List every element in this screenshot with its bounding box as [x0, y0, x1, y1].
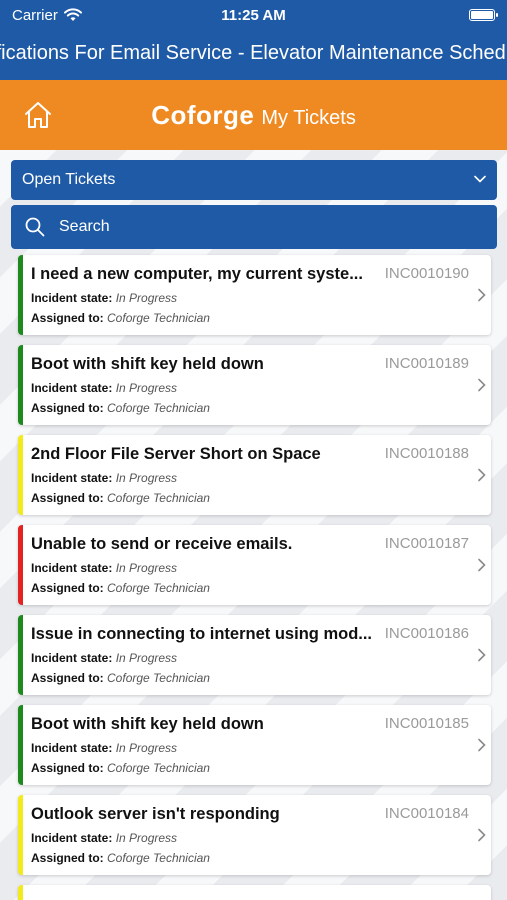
- assigned-label: Assigned to:: [31, 401, 108, 415]
- chevron-right-icon: [478, 378, 486, 392]
- ticket-title: Boot with shift key held down: [31, 715, 264, 733]
- assigned-label: Assigned to:: [31, 311, 108, 325]
- battery-icon: [469, 9, 498, 21]
- ticket-number: INC0010188: [384, 445, 469, 462]
- ticket-state: In Progress: [115, 741, 178, 755]
- ticket-assignee: Coforge Technician: [107, 761, 210, 775]
- assigned-label: Assigned to:: [31, 491, 108, 505]
- search-placeholder: Search: [59, 218, 110, 235]
- assigned-label: Assigned to:: [31, 851, 108, 865]
- ticket-state-row: Incident state: In Progress: [31, 561, 177, 575]
- state-label: Incident state:: [31, 651, 116, 665]
- ticket-state-row: Incident state: In Progress: [31, 831, 177, 845]
- app-header: Coforge My Tickets: [0, 80, 507, 150]
- ticket-title: Issue in connecting to internet using mo…: [31, 625, 373, 643]
- ticket-number: INC0010184: [384, 805, 469, 822]
- ticket-card[interactable]: Outlook server isn't responding INC00101…: [18, 795, 491, 875]
- ticket-assigned-row: Assigned to: Coforge Technician: [31, 401, 210, 415]
- ticket-list: I need a new computer, my current syste.…: [18, 255, 491, 900]
- ticket-number: INC0010187: [384, 535, 469, 552]
- state-label: Incident state:: [31, 741, 116, 755]
- ticket-assignee: Coforge Technician: [107, 671, 210, 685]
- ticket-state: In Progress: [115, 831, 178, 845]
- ticket-assignee: Coforge Technician: [107, 851, 210, 865]
- ticket-number: INC0010190: [384, 265, 469, 282]
- brand-title: Coforge My Tickets: [151, 100, 356, 131]
- ticket-assignee: Coforge Technician: [107, 491, 210, 505]
- ticket-title: Outlook server isn't responding: [31, 805, 280, 823]
- assigned-label: Assigned to:: [31, 581, 108, 595]
- ticket-number: INC0010185: [384, 715, 469, 732]
- ticket-card[interactable]: Boot with shift key held down INC0010189…: [18, 345, 491, 425]
- state-label: Incident state:: [31, 291, 116, 305]
- status-bar: Carrier 11:25 AM: [0, 0, 507, 30]
- search-field[interactable]: Search: [11, 205, 497, 249]
- ticket-state: In Progress: [115, 651, 178, 665]
- announcement-text: Notifications For Email Service - Elevat…: [0, 42, 507, 64]
- battery-fill: [471, 11, 493, 19]
- ticket-assigned-row: Assigned to: Coforge Technician: [31, 311, 210, 325]
- ticket-state-row: Incident state: In Progress: [31, 471, 177, 485]
- ticket-card[interactable]: 2nd Floor File Server Short on Space INC…: [18, 435, 491, 515]
- ticket-title: I need a new computer, my current syste.…: [31, 265, 363, 283]
- page-title: My Tickets: [261, 106, 356, 129]
- search-icon: [25, 217, 45, 237]
- state-label: Incident state:: [31, 831, 116, 845]
- ticket-number: INC0010189: [384, 355, 469, 372]
- ticket-assigned-row: Assigned to: Coforge Technician: [31, 581, 210, 595]
- ticket-state: In Progress: [115, 561, 178, 575]
- assigned-label: Assigned to:: [31, 761, 108, 775]
- ticket-card[interactable]: I need a new computer, my current syste.…: [18, 255, 491, 335]
- ticket-title: 2nd Floor File Server Short on Space: [31, 445, 321, 463]
- ticket-assignee: Coforge Technician: [107, 401, 210, 415]
- state-label: Incident state:: [31, 381, 116, 395]
- ticket-state-row: Incident state: In Progress: [31, 651, 177, 665]
- ticket-assigned-row: Assigned to: Coforge Technician: [31, 671, 210, 685]
- state-label: Incident state:: [31, 471, 116, 485]
- ticket-state-row: Incident state: In Progress: [31, 381, 177, 395]
- assigned-label: Assigned to:: [31, 671, 108, 685]
- ticket-assigned-row: Assigned to: Coforge Technician: [31, 851, 210, 865]
- ticket-state: In Progress: [115, 291, 178, 305]
- ticket-assigned-row: Assigned to: Coforge Technician: [31, 761, 210, 775]
- ticket-card[interactable]: Issue in connecting to internet using mo…: [18, 615, 491, 695]
- chevron-right-icon: [478, 828, 486, 842]
- ticket-assignee: Coforge Technician: [107, 581, 210, 595]
- ticket-assigned-row: Assigned to: Coforge Technician: [31, 491, 210, 505]
- ticket-filter-dropdown[interactable]: Open Tickets: [11, 160, 497, 200]
- carrier-label: Carrier: [12, 6, 58, 24]
- chevron-right-icon: [478, 468, 486, 482]
- ticket-card[interactable]: Unable to send or receive emails. INC001…: [18, 525, 491, 605]
- ticket-state-row: Incident state: In Progress: [31, 741, 177, 755]
- announcement-banner: Notifications For Email Service - Elevat…: [0, 30, 507, 80]
- chevron-right-icon: [478, 288, 486, 302]
- ticket-number: INC0010186: [384, 625, 469, 642]
- chevron-right-icon: [478, 558, 486, 572]
- ticket-title: Boot with shift key held down: [31, 355, 264, 373]
- wifi-icon: [63, 8, 82, 21]
- chevron-right-icon: [478, 648, 486, 662]
- ticket-content: Open Tickets Search I need a new compute…: [0, 150, 507, 900]
- brand-logo: Coforge: [151, 99, 255, 130]
- ticket-card-partial[interactable]: [18, 885, 491, 900]
- ticket-state: In Progress: [115, 381, 178, 395]
- ticket-state: In Progress: [115, 471, 178, 485]
- ticket-card[interactable]: Boot with shift key held down INC0010185…: [18, 705, 491, 785]
- filter-selected-value: Open Tickets: [22, 171, 116, 188]
- ticket-title: Unable to send or receive emails.: [31, 535, 293, 553]
- top-header: Carrier 11:25 AM Notifications For Email…: [0, 0, 507, 80]
- chevron-right-icon: [478, 738, 486, 752]
- ticket-assignee: Coforge Technician: [107, 311, 210, 325]
- state-label: Incident state:: [31, 561, 116, 575]
- chevron-down-icon: [474, 175, 486, 183]
- ticket-state-row: Incident state: In Progress: [31, 291, 177, 305]
- home-icon[interactable]: [22, 99, 54, 131]
